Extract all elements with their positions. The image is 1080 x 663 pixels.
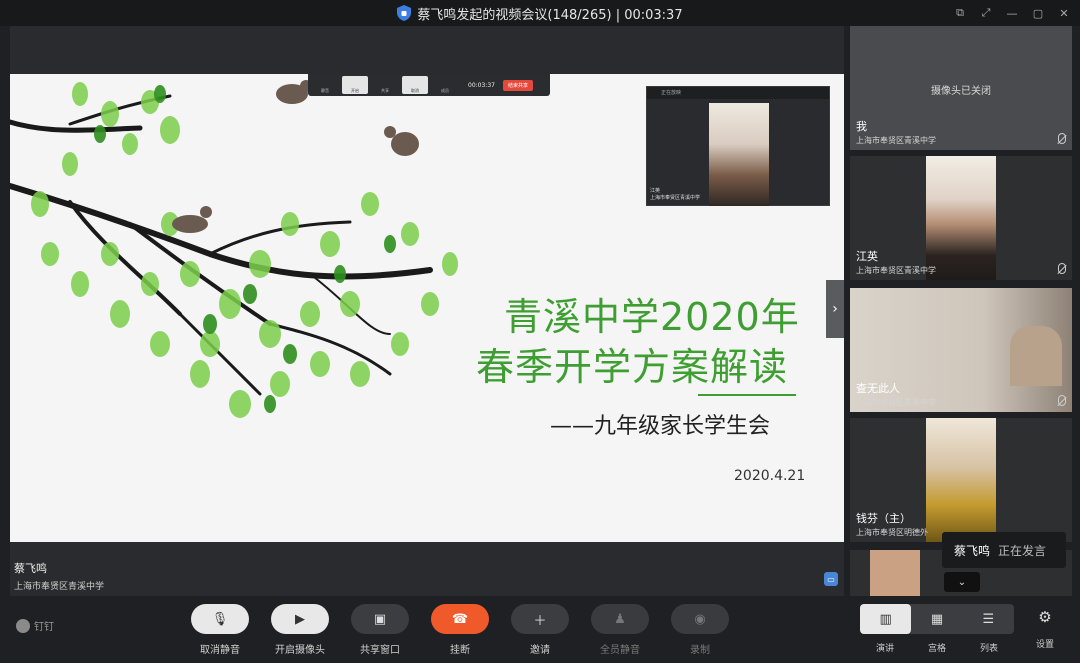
mute-button[interactable]: 🎙 取消静音 bbox=[190, 604, 250, 656]
mute-label: 取消静音 bbox=[200, 645, 240, 656]
camera-off-icon: ▶ bbox=[271, 604, 329, 634]
participant-name: 查无此人 bbox=[856, 382, 900, 395]
shield-icon bbox=[397, 5, 412, 21]
add-user-icon: ＋ bbox=[511, 604, 569, 634]
chat-icon[interactable]: ▭ bbox=[824, 572, 838, 586]
tree-branch-illustration bbox=[10, 80, 458, 418]
share-button[interactable]: ▣ 共享窗口 bbox=[350, 604, 410, 656]
participant-org: 上海市奉贤区青溪中学 bbox=[856, 266, 936, 275]
window-title: 蔡飞鸣发起的视频会议(148/265) | 00:03:37 bbox=[417, 7, 683, 23]
share-mic-button[interactable]: 静音 bbox=[312, 76, 338, 94]
share-label: 共享窗口 bbox=[360, 645, 400, 656]
invite-label: 邀请 bbox=[530, 645, 550, 656]
layout-list-label: 列表 bbox=[979, 644, 998, 654]
shared-slide: 静音 开启 共享 取消 成员 00:03:37 结束共享 正在放映 江英 上海市… bbox=[10, 74, 844, 542]
participant-tile[interactable]: 江英 上海市奉贤区青溪中学 bbox=[850, 156, 1072, 280]
mic-muted-icon bbox=[1058, 133, 1066, 144]
share-screen-icon: ▣ bbox=[351, 604, 409, 634]
layout-switcher: ▥ ▦ ☰ bbox=[860, 604, 1014, 634]
settings-label: 设置 bbox=[1035, 640, 1054, 650]
participant-name: 我 bbox=[856, 120, 867, 133]
speaker-layout-icon[interactable]: ▥ bbox=[860, 604, 912, 634]
pip-label: 江英 上海市奉贤区青溪中学 bbox=[650, 188, 700, 202]
pip-org: 上海市奉贤区青溪中学 bbox=[650, 195, 701, 201]
record-button[interactable]: ◉ 录制 bbox=[670, 604, 730, 656]
list-layout-icon[interactable]: ☰ bbox=[963, 604, 1014, 634]
layout-grid-label: 宫格 bbox=[927, 644, 946, 654]
invite-button[interactable]: ＋ 邀请 bbox=[510, 604, 570, 656]
grid-layout-icon[interactable]: ▦ bbox=[911, 604, 962, 634]
slide-subtitle: ——九年级家长学生会 bbox=[550, 414, 771, 439]
participant-tile[interactable]: 钱芬（主） 上海市奉贤区明德外 bbox=[850, 418, 1072, 542]
participant-video bbox=[926, 418, 996, 542]
brand-name: 钉钉 bbox=[34, 622, 54, 633]
end-share-button[interactable]: 结束共享 bbox=[502, 79, 533, 91]
participant-name: 钱芬（主） bbox=[856, 512, 911, 525]
gear-icon: ⚙ bbox=[1038, 608, 1052, 626]
dingtalk-logo-icon bbox=[16, 618, 30, 633]
participant-org: 上海市奉贤区明德外 bbox=[856, 528, 928, 537]
mute-all-icon: ♟ bbox=[591, 604, 649, 634]
camera-label: 开启摄像头 bbox=[275, 645, 325, 656]
presenter-org: 上海市奉贤区青溪中学 bbox=[14, 582, 105, 592]
speaking-indicator: 蔡飞鸣 正在发言 bbox=[942, 532, 1066, 568]
share-toolbar: 静音 开启 共享 取消 成员 00:03:37 结束共享 bbox=[308, 74, 550, 96]
participant-video bbox=[870, 550, 920, 596]
meeting-toolbar: 钉钉 🎙 取消静音 ▶ 开启摄像头 ▣ 共享窗口 ☎ 挂断 ＋ 邀请 ♟ 全员静… bbox=[0, 596, 1080, 663]
participant-video bbox=[1010, 326, 1062, 386]
minimize-icon[interactable]: — bbox=[1006, 7, 1018, 20]
record-icon: ◉ bbox=[671, 604, 729, 634]
participant-org: 上海市奉贤区青溪中学 bbox=[856, 136, 936, 145]
pip-name: 江英 bbox=[650, 188, 661, 194]
pip-video-window[interactable]: 正在放映 江英 上海市奉贤区青溪中学 bbox=[646, 86, 830, 206]
participant-tile[interactable]: 摄像头已关闭 我 上海市奉贤区青溪中学 bbox=[850, 26, 1072, 150]
chevron-down-icon[interactable]: ⌄ bbox=[944, 572, 980, 592]
speaker-name: 蔡飞鸣 bbox=[954, 543, 991, 558]
share-member-button[interactable]: 成员 bbox=[432, 76, 458, 94]
share-window-button[interactable]: 共享 bbox=[372, 76, 398, 94]
brand: 钉钉 bbox=[16, 618, 54, 633]
title-bar: 蔡飞鸣发起的视频会议(148/265) | 00:03:37 ⧉ ⤢ — ▢ ✕ bbox=[0, 0, 1080, 26]
fullscreen-icon[interactable]: ⤢ bbox=[980, 6, 992, 20]
share-timer: 00:03:37 bbox=[468, 81, 495, 89]
slide-divider bbox=[698, 394, 796, 396]
participant-tile[interactable]: 查无此人 上海市奉贤区青溪中学 bbox=[850, 288, 1072, 412]
popout-icon[interactable]: ⧉ bbox=[954, 6, 966, 20]
camera-button[interactable]: ▶ 开启摄像头 bbox=[270, 604, 330, 656]
participant-video bbox=[926, 156, 996, 280]
layout-speaker-label: 演讲 bbox=[875, 644, 894, 654]
pip-video bbox=[709, 103, 769, 206]
presenter-label: 蔡飞鸣 上海市奉贤区青溪中学 bbox=[14, 560, 104, 592]
slide-title-line1: 青溪中学2020年 bbox=[504, 295, 800, 339]
mute-all-label: 全员静音 bbox=[600, 645, 640, 656]
slide-title-line2: 春季开学方案解读 bbox=[476, 345, 789, 389]
mute-all-button[interactable]: ♟ 全员静音 bbox=[590, 604, 650, 656]
participant-org: 上海市奉贤区青溪中学 bbox=[856, 398, 936, 407]
record-label: 录制 bbox=[690, 645, 710, 656]
mic-muted-icon bbox=[1058, 263, 1066, 274]
participant-name: 江英 bbox=[856, 250, 878, 263]
participant-list: 摄像头已关闭 我 上海市奉贤区青溪中学 江英 上海市奉贤区青溪中学 查无此人 上… bbox=[850, 26, 1072, 596]
close-icon[interactable]: ✕ bbox=[1058, 7, 1070, 20]
share-camera-button[interactable]: 开启 bbox=[342, 76, 368, 94]
hangup-label: 挂断 bbox=[450, 645, 470, 656]
settings-button[interactable]: ⚙ 设置 bbox=[1030, 608, 1060, 650]
mic-off-icon: 🎙 bbox=[191, 604, 249, 634]
hangup-button[interactable]: ☎ 挂断 bbox=[430, 604, 490, 656]
maximize-icon[interactable]: ▢ bbox=[1032, 7, 1044, 20]
presenter-name: 蔡飞鸣 bbox=[14, 562, 47, 575]
pip-header: 正在放映 bbox=[647, 87, 829, 99]
speaker-status: 正在发言 bbox=[998, 543, 1047, 558]
main-stage: 静音 开启 共享 取消 成员 00:03:37 结束共享 正在放映 江英 上海市… bbox=[10, 26, 844, 596]
hangup-icon: ☎ bbox=[431, 604, 489, 634]
chevron-right-icon[interactable]: › bbox=[826, 280, 844, 338]
camera-off-text: 摄像头已关闭 bbox=[931, 86, 991, 97]
slide-date: 2020.4.21 bbox=[734, 468, 806, 484]
share-stop-button[interactable]: 取消 bbox=[402, 76, 428, 94]
mic-muted-icon bbox=[1058, 395, 1066, 406]
